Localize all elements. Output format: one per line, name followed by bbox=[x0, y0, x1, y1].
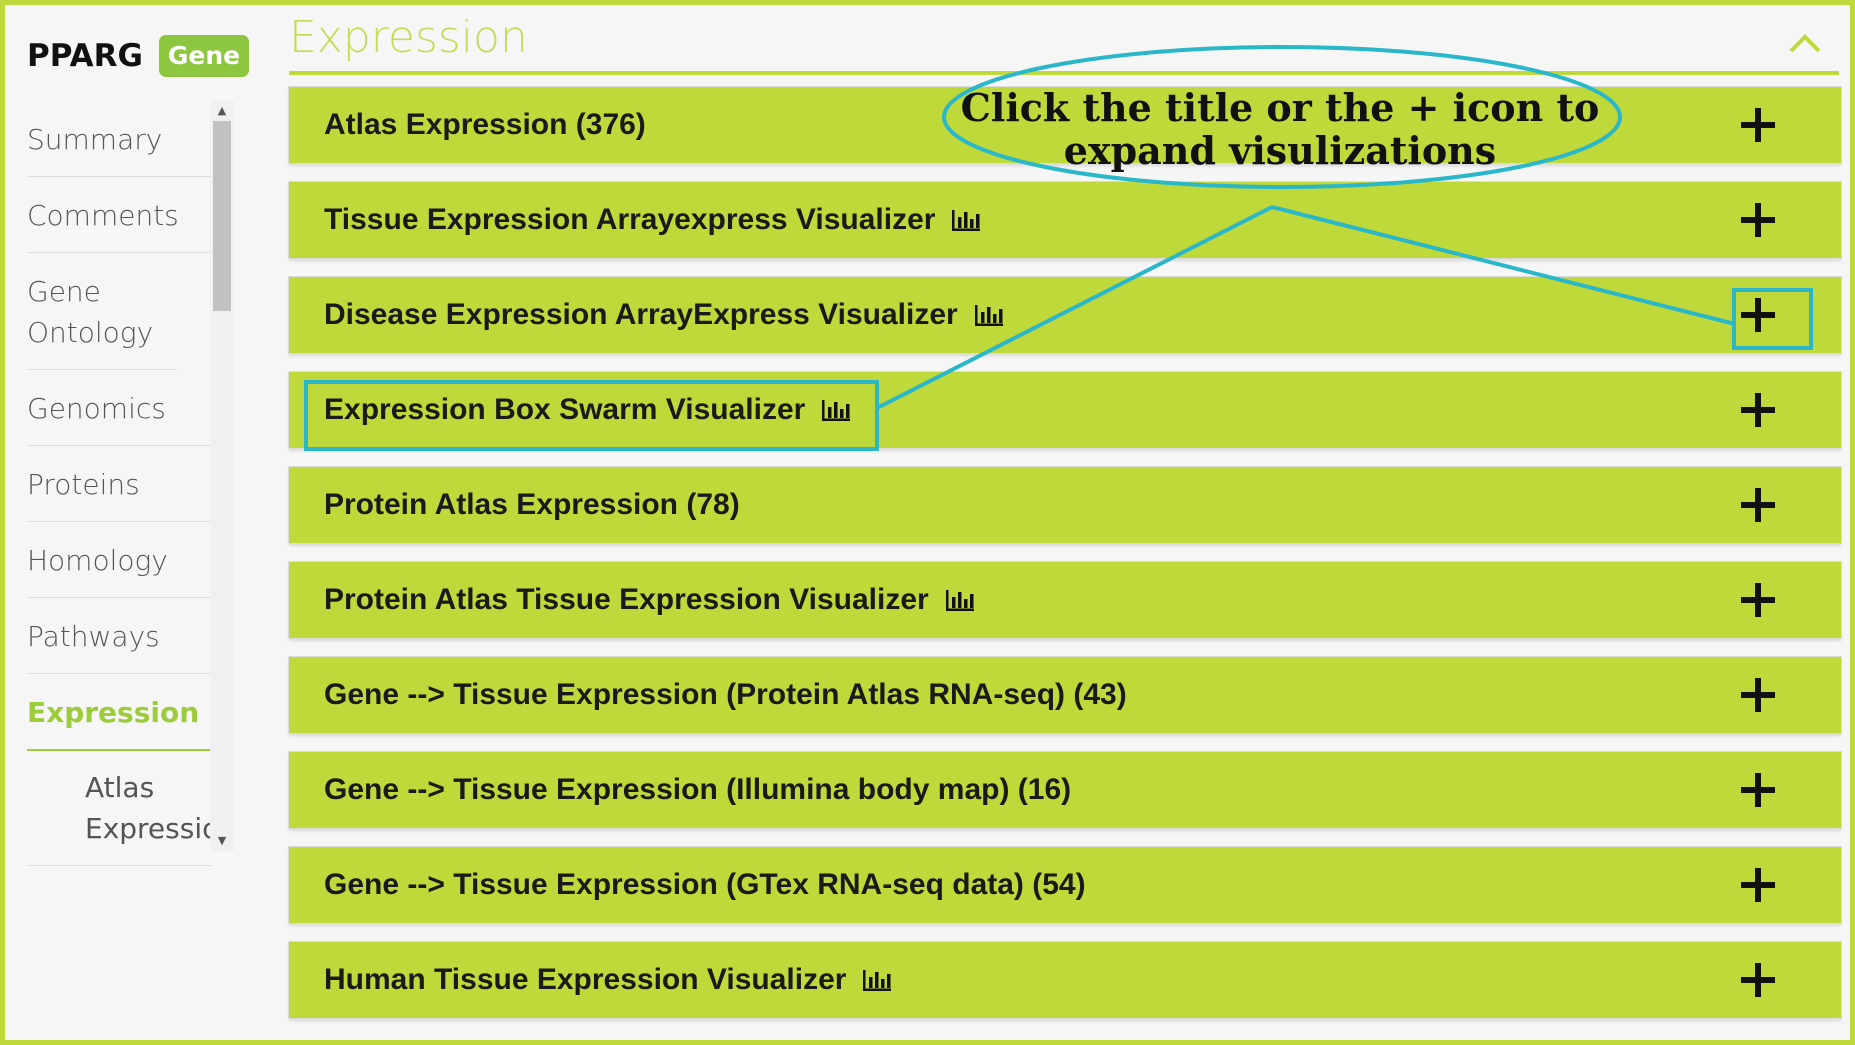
bar-chart-icon bbox=[945, 590, 974, 611]
sidebar-item-label: Gene Ontology bbox=[27, 275, 154, 349]
panel-title[interactable]: Human Tissue Expression Visualizer bbox=[324, 963, 892, 997]
sidebar-item-gene-ontology[interactable]: Gene Ontology bbox=[27, 253, 177, 370]
plus-icon[interactable] bbox=[1739, 581, 1777, 619]
panel-title-text: Atlas Expression (376) bbox=[324, 108, 646, 141]
panel-tissue-expression-arrayexpress[interactable]: Tissue Expression Arrayexpress Visualize… bbox=[289, 182, 1841, 258]
gene-symbol: PPARG bbox=[27, 38, 143, 74]
plus-icon[interactable] bbox=[1739, 486, 1777, 524]
brand: PPARG Gene bbox=[27, 35, 250, 77]
sidebar-subitem-atlas-expression[interactable]: Atlas Expression bbox=[27, 751, 212, 866]
panel-title-text: Tissue Expression Arrayexpress Visualize… bbox=[324, 203, 936, 236]
sidebar-item-summary[interactable]: Summary bbox=[27, 101, 212, 177]
callout-text-line: expand visulizations bbox=[1063, 128, 1497, 173]
panel-human-tissue-visualizer[interactable]: Human Tissue Expression Visualizer bbox=[289, 942, 1841, 1018]
plus-icon[interactable] bbox=[1739, 771, 1777, 809]
panel-title[interactable]: Tissue Expression Arrayexpress Visualize… bbox=[324, 203, 981, 237]
panel-title[interactable]: Disease Expression ArrayExpress Visualiz… bbox=[324, 298, 1004, 332]
panel-gene-tissue-gtex[interactable]: Gene --> Tissue Expression (GTex RNA-seq… bbox=[289, 847, 1841, 923]
sidebar-item-expression[interactable]: Expression bbox=[27, 674, 212, 751]
callout-text-line: Click the title or the + icon to bbox=[960, 85, 1600, 130]
scroll-thumb[interactable] bbox=[213, 121, 231, 311]
sidebar-item-comments[interactable]: Comments bbox=[27, 177, 212, 253]
plus-icon[interactable] bbox=[1739, 866, 1777, 904]
gene-badge: Gene bbox=[158, 35, 250, 77]
panel-title-text: Human Tissue Expression Visualizer bbox=[324, 963, 847, 996]
panel-title-text: Protein Atlas Expression (78) bbox=[324, 488, 740, 521]
sidebar-subitem-label: Atlas Expression bbox=[85, 771, 212, 845]
callout-text: Click the title or the + icon to expand … bbox=[950, 86, 1610, 172]
panel-protein-atlas-expression[interactable]: Protein Atlas Expression (78) bbox=[289, 467, 1841, 543]
plus-icon[interactable] bbox=[1739, 961, 1777, 999]
panel-protein-atlas-tissue-visualizer[interactable]: Protein Atlas Tissue Expression Visualiz… bbox=[289, 562, 1841, 638]
chevron-up-icon[interactable] bbox=[1785, 23, 1825, 63]
scroll-down-arrow-icon[interactable]: ▼ bbox=[210, 831, 234, 851]
panel-expression-box-swarm[interactable]: Expression Box Swarm Visualizer bbox=[289, 372, 1841, 448]
bar-chart-icon bbox=[822, 400, 851, 421]
sidebar-nav: Summary Comments Gene Ontology Genomics … bbox=[27, 101, 212, 866]
section-title[interactable]: Expression bbox=[289, 10, 528, 66]
panel-disease-expression-arrayexpress[interactable]: Disease Expression ArrayExpress Visualiz… bbox=[289, 277, 1841, 353]
panel-title[interactable]: Gene --> Tissue Expression (Illumina bod… bbox=[324, 773, 1071, 807]
scroll-up-arrow-icon[interactable]: ▲ bbox=[210, 101, 234, 121]
bar-chart-icon bbox=[974, 305, 1003, 326]
panel-title-text: Expression Box Swarm Visualizer bbox=[324, 393, 806, 426]
panel-title-text: Gene --> Tissue Expression (GTex RNA-seq… bbox=[324, 868, 1086, 901]
plus-icon[interactable] bbox=[1739, 391, 1777, 429]
panel-title[interactable]: Atlas Expression (376) bbox=[324, 108, 646, 142]
bar-chart-icon bbox=[952, 210, 981, 231]
plus-icon[interactable] bbox=[1739, 296, 1777, 334]
plus-icon[interactable] bbox=[1739, 106, 1777, 144]
sidebar-item-homology[interactable]: Homology bbox=[27, 522, 212, 598]
panel-title[interactable]: Gene --> Tissue Expression (Protein Atla… bbox=[324, 678, 1127, 712]
sidebar-item-pathways[interactable]: Pathways bbox=[27, 598, 212, 674]
panel-title[interactable]: Gene --> Tissue Expression (GTex RNA-seq… bbox=[324, 868, 1086, 902]
panel-title-text: Gene --> Tissue Expression (Protein Atla… bbox=[324, 678, 1127, 711]
sidebar-item-genomics[interactable]: Genomics bbox=[27, 370, 212, 446]
sidebar: PPARG Gene Summary Comments Gene Ontolog… bbox=[5, 5, 250, 1040]
plus-icon[interactable] bbox=[1739, 676, 1777, 714]
expression-panels: Atlas Expression (376) Tissue Expression… bbox=[289, 87, 1841, 1037]
panel-gene-tissue-illumina[interactable]: Gene --> Tissue Expression (Illumina bod… bbox=[289, 752, 1841, 828]
panel-title-text: Disease Expression ArrayExpress Visualiz… bbox=[324, 298, 958, 331]
panel-title[interactable]: Protein Atlas Tissue Expression Visualiz… bbox=[324, 583, 975, 617]
panel-title-text: Protein Atlas Tissue Expression Visualiz… bbox=[324, 583, 929, 616]
sidebar-item-proteins[interactable]: Proteins bbox=[27, 446, 212, 522]
panel-title[interactable]: Expression Box Swarm Visualizer bbox=[324, 393, 851, 427]
bar-chart-icon bbox=[863, 970, 892, 991]
panel-title[interactable]: Protein Atlas Expression (78) bbox=[324, 488, 740, 522]
section-divider bbox=[289, 71, 1839, 75]
plus-icon[interactable] bbox=[1739, 201, 1777, 239]
sidebar-scrollbar[interactable]: ▲ ▼ bbox=[210, 101, 234, 851]
panel-title-text: Gene --> Tissue Expression (Illumina bod… bbox=[324, 773, 1072, 806]
panel-gene-tissue-protein-atlas-rnaseq[interactable]: Gene --> Tissue Expression (Protein Atla… bbox=[289, 657, 1841, 733]
